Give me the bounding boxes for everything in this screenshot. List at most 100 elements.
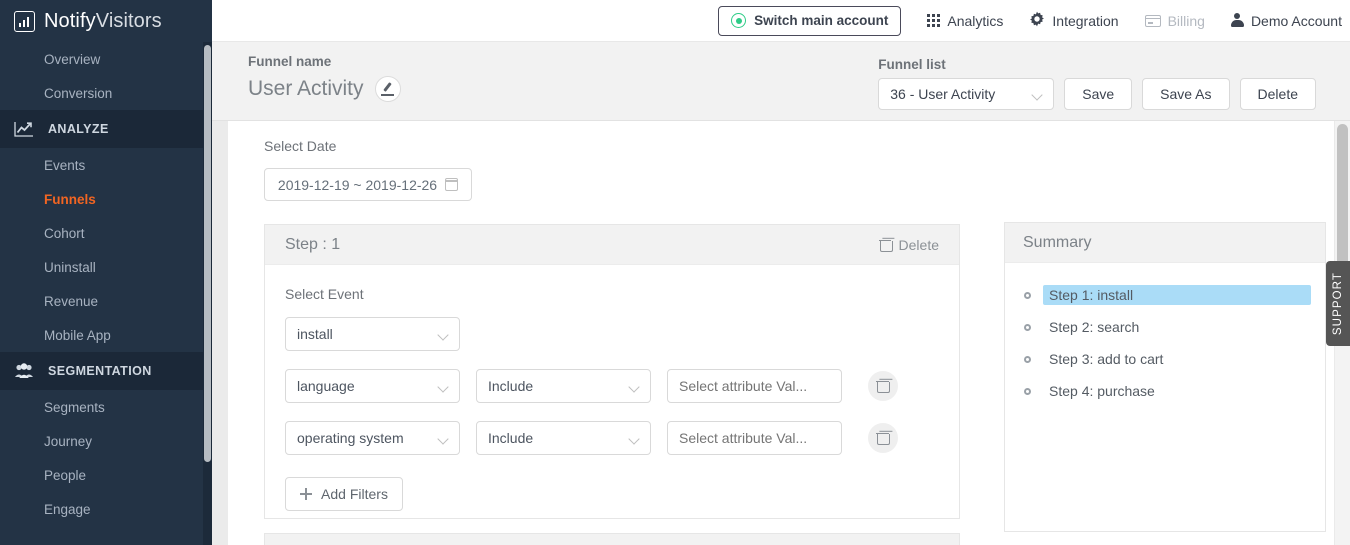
sidebar-item-engage[interactable]: Engage (0, 492, 212, 526)
filter-attribute-select[interactable]: language (285, 369, 460, 403)
sidebar-item-uninstall[interactable]: Uninstall (0, 250, 212, 284)
sidebar-item-cohort[interactable]: Cohort (0, 216, 212, 250)
sidebar-item-label: People (44, 467, 87, 483)
sidebar-item-segments[interactable]: Segments (0, 390, 212, 424)
switch-main-account-button[interactable]: Switch main account (718, 5, 902, 36)
sidebar-item-revenue[interactable]: Revenue (0, 284, 212, 318)
event-select[interactable]: install (285, 317, 460, 351)
billing-card-icon (1144, 14, 1161, 27)
step-1-delete-button[interactable]: Delete (878, 236, 939, 253)
sidebar-section-segmentation[interactable]: SEGMENTATION (0, 352, 212, 390)
sidebar-scrollbar-thumb[interactable] (204, 45, 211, 462)
step-1-delete-label: Delete (898, 236, 939, 253)
top-link-billing[interactable]: Billing (1144, 13, 1205, 29)
radio-dot-icon (731, 13, 747, 28)
pencil-icon (381, 83, 395, 96)
add-filters-label: Add Filters (321, 486, 388, 502)
funnel-name-label: Funnel name (248, 54, 332, 69)
sidebar-item-label: Journey (44, 433, 93, 449)
sidebar-item-label: Cohort (44, 225, 85, 241)
sidebar-item-journey[interactable]: Journey (0, 424, 212, 458)
step-1-header: Step : 1 Delete (265, 225, 959, 265)
filter-operator-value: Include (488, 430, 534, 446)
summary-item-label: Step 2: search (1049, 319, 1140, 335)
content-scrollbar-thumb[interactable] (1337, 124, 1348, 268)
sidebar-item-mobile-app[interactable]: Mobile App (0, 318, 212, 352)
remove-filter-button[interactable] (868, 371, 898, 401)
chart-logo-icon (14, 10, 35, 32)
chevron-down-icon (630, 382, 639, 391)
filter-value-input[interactable] (667, 369, 842, 403)
filter-attribute-value: operating system (297, 430, 404, 446)
step-card-1: Step : 1 Delete Select Event install lan… (264, 224, 960, 519)
sidebar-section-analyze[interactable]: ANALYZE (0, 110, 212, 148)
top-link-label: Analytics (947, 12, 1004, 29)
filter-value-input[interactable] (667, 421, 842, 455)
sidebar-nav: Overview Conversion ANALYZE Events Funne… (0, 42, 212, 545)
filter-attribute-select[interactable]: operating system (285, 421, 460, 455)
chevron-down-icon (439, 330, 448, 339)
step-1-body: Select Event install language Include Se… (265, 265, 959, 511)
brand-name: NotifyVisitors (44, 10, 162, 33)
support-tab[interactable]: SUPPORT (1326, 261, 1350, 346)
sidebar-item-label: Events (44, 157, 86, 173)
brand-name-light: Visitors (95, 9, 162, 32)
plus-icon (300, 488, 313, 500)
step-card-2: Step : 2 Delete (264, 533, 960, 545)
top-link-integration[interactable]: Integration (1029, 11, 1119, 30)
remove-filter-button[interactable] (868, 423, 898, 453)
filter-operator-value: Include (488, 378, 534, 394)
bullet-icon (1024, 355, 1031, 363)
summary-header: Summary (1005, 223, 1325, 263)
summary-list: Step 1: install Step 2: search Step 3: a… (1005, 263, 1325, 407)
edit-funnel-name-button[interactable] (374, 76, 401, 102)
step-2-header: Step : 2 Delete (265, 534, 959, 545)
summary-item-label: Step 1: install (1043, 285, 1311, 305)
select-date-label: Select Date (264, 138, 337, 154)
filter-row: operating system Include (285, 421, 939, 455)
switch-main-account-label: Switch main account (754, 13, 889, 28)
sidebar-item-label: Revenue (44, 293, 99, 309)
chevron-down-icon (630, 434, 639, 443)
top-link-analytics[interactable]: Analytics (927, 13, 1003, 29)
trash-icon (878, 238, 893, 252)
sidebar-item-label: Engage (44, 501, 91, 517)
bullet-icon (1024, 387, 1031, 395)
filter-operator-select[interactable]: Include (476, 421, 651, 455)
summary-panel: Summary Step 1: install Step 2: search S… (1004, 222, 1326, 532)
date-range-picker[interactable]: 2019-12-19 ~ 2019-12-26 (264, 168, 472, 201)
support-label: SUPPORT (1332, 271, 1344, 336)
top-link-demo-account[interactable]: Demo Account (1230, 13, 1342, 29)
funnel-list-select[interactable]: 36 - User Activity (878, 78, 1055, 110)
brand-logo[interactable]: NotifyVisitors (0, 0, 212, 42)
delete-funnel-button[interactable]: Delete (1239, 78, 1316, 110)
sidebar-item-label: Segments (44, 399, 105, 415)
filter-operator-select[interactable]: Include (476, 369, 651, 403)
sidebar-item-label: Uninstall (44, 259, 96, 275)
summary-item-step-2[interactable]: Step 2: search (1019, 311, 1311, 343)
summary-item-label: Step 3: add to cart (1049, 351, 1164, 367)
summary-item-step-4[interactable]: Step 4: purchase (1019, 375, 1311, 407)
sidebar-section-label: ANALYZE (48, 122, 109, 136)
gear-icon (1029, 11, 1045, 30)
sidebar-item-overview[interactable]: Overview (0, 42, 212, 76)
summary-item-step-3[interactable]: Step 3: add to cart (1019, 343, 1311, 375)
line-chart-icon (14, 120, 34, 138)
people-group-icon (14, 362, 34, 380)
date-range-value: 2019-12-19 ~ 2019-12-26 (277, 176, 438, 193)
main-content: Select Date 2019-12-19 ~ 2019-12-26 Step… (228, 121, 1334, 545)
sidebar-item-label: Conversion (44, 85, 113, 101)
event-select-value: install (297, 326, 333, 342)
save-as-button[interactable]: Save As (1142, 78, 1230, 110)
trash-icon (876, 431, 890, 445)
summary-item-step-1[interactable]: Step 1: install (1019, 279, 1311, 311)
sidebar-item-conversion[interactable]: Conversion (0, 76, 212, 110)
sidebar-item-events[interactable]: Events (0, 148, 212, 182)
funnel-header: Funnel name User Activity Funnel list 36… (212, 42, 1350, 121)
sidebar-item-people[interactable]: People (0, 458, 212, 492)
sidebar: NotifyVisitors Overview Conversion ANALY… (0, 0, 212, 545)
sidebar-item-funnels[interactable]: Funnels (0, 182, 212, 216)
sidebar-item-label: Mobile App (44, 327, 111, 343)
add-filters-button[interactable]: Add Filters (285, 477, 403, 511)
save-button[interactable]: Save (1064, 78, 1133, 110)
